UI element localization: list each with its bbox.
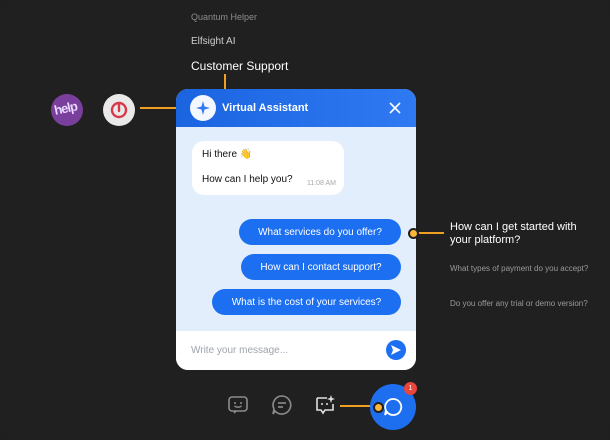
chat-header: Virtual Assistant bbox=[176, 89, 416, 127]
quick-reply-services[interactable]: What services do you offer? bbox=[239, 219, 401, 245]
message-area[interactable]: Hi there 👋 How can I help you? 11:08 AM … bbox=[176, 127, 416, 331]
question-get-started[interactable]: How can I get started with your platform… bbox=[450, 221, 600, 247]
send-icon bbox=[391, 345, 401, 355]
power-icon bbox=[110, 101, 128, 119]
name-option-elfsight-ai[interactable]: Elfsight AI bbox=[191, 36, 235, 47]
sparkle-icon bbox=[196, 101, 210, 115]
message-time: 11:08 AM bbox=[306, 180, 336, 187]
name-option-quantum-helper[interactable]: Quantum Helper bbox=[191, 12, 257, 22]
greeting-line-1: Hi there 👋 bbox=[202, 149, 253, 160]
notification-badge: 1 bbox=[404, 382, 417, 395]
ai-chat-icon[interactable] bbox=[313, 393, 337, 417]
connector-dot-launcher bbox=[373, 402, 384, 413]
bot-avatar bbox=[190, 95, 216, 121]
chat-widget: Virtual Assistant Hi there 👋 How can I h… bbox=[176, 89, 416, 370]
chat-title: Virtual Assistant bbox=[222, 102, 309, 114]
close-icon[interactable] bbox=[388, 101, 402, 115]
avatar-option-help[interactable]: help bbox=[51, 94, 83, 126]
chat-smile-icon[interactable] bbox=[226, 393, 250, 417]
send-button[interactable] bbox=[386, 340, 406, 360]
message-input[interactable]: Write your message... bbox=[191, 345, 288, 356]
avatar-option-power[interactable] bbox=[103, 94, 135, 126]
connector-launcher bbox=[340, 405, 374, 407]
question-payment[interactable]: What types of payment do you accept? bbox=[450, 263, 590, 274]
composer: Write your message... bbox=[176, 331, 416, 370]
quick-reply-cost[interactable]: What is the cost of your services? bbox=[212, 289, 401, 315]
connector-dot-questions bbox=[408, 228, 419, 239]
canvas: Quantum Helper Elfsight AI Customer Supp… bbox=[0, 0, 610, 440]
avatar-help-logo: help bbox=[52, 98, 79, 118]
chat-bubble-icon bbox=[384, 398, 403, 416]
chat-lines-icon[interactable] bbox=[270, 393, 294, 417]
greeting-message: Hi there 👋 How can I help you? 11:08 AM bbox=[192, 141, 344, 195]
name-option-customer-support[interactable]: Customer Support bbox=[191, 59, 288, 73]
question-trial[interactable]: Do you offer any trial or demo version? bbox=[450, 298, 590, 309]
quick-reply-contact[interactable]: How can I contact support? bbox=[241, 254, 401, 280]
